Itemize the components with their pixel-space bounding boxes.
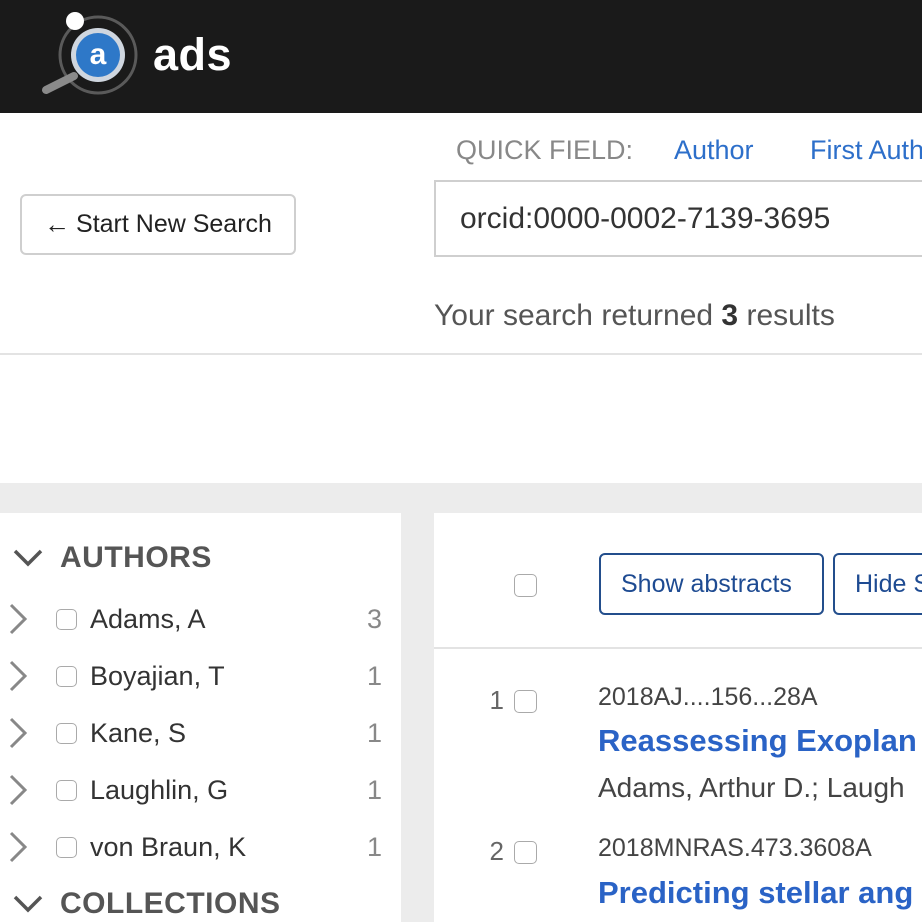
- facet-author-row[interactable]: Kane, S 1: [8, 713, 388, 753]
- facet-author-count: 1: [366, 774, 382, 805]
- facet-author-name[interactable]: Laughlin, G: [90, 775, 228, 806]
- facet-authors-heading: AUTHORS: [60, 541, 212, 574]
- facet-author-name[interactable]: Adams, A: [90, 604, 206, 635]
- show-abstracts-label: Show abstracts: [621, 569, 792, 598]
- chevron-right-icon[interactable]: [8, 659, 28, 693]
- quick-field-label: QUICK FIELD:: [456, 135, 634, 165]
- facet-author-name[interactable]: Boyajian, T: [90, 661, 225, 692]
- chevron-right-icon[interactable]: [8, 716, 28, 750]
- chevron-right-icon[interactable]: [8, 773, 28, 807]
- results-prefix: Your search returned: [434, 299, 714, 332]
- ads-logo[interactable]: a: [40, 10, 140, 100]
- facet-author-checkbox[interactable]: [56, 836, 77, 858]
- facet-author-count: 1: [366, 717, 382, 748]
- svg-text:a: a: [90, 38, 107, 71]
- results-toolbar: Show abstracts Hide S: [434, 513, 922, 649]
- result-checkbox[interactable]: [514, 690, 537, 713]
- result-index: 1: [489, 685, 504, 715]
- search-input[interactable]: orcid:0000-0002-7139-3695: [434, 180, 922, 257]
- result-checkbox[interactable]: [514, 841, 537, 864]
- results-summary: Your search returned 3 results: [434, 299, 835, 333]
- hide-label: Hide S: [855, 569, 922, 598]
- chevron-down-icon: [13, 895, 43, 913]
- search-area: ← Start New Search QUICK FIELD: Author F…: [0, 113, 922, 355]
- facet-authors-toggle[interactable]: AUTHORS: [12, 541, 212, 575]
- result-title-link[interactable]: Reassessing Exoplan: [598, 723, 917, 759]
- top-navbar: a ads: [0, 0, 922, 113]
- chevron-down-icon: [13, 549, 43, 567]
- magnifier-logo-icon: a: [42, 12, 138, 95]
- select-all-checkbox[interactable]: [514, 574, 537, 597]
- facet-author-checkbox[interactable]: [56, 779, 77, 801]
- facet-author-row[interactable]: Boyajian, T 1: [8, 656, 388, 696]
- facet-author-checkbox[interactable]: [56, 722, 77, 744]
- facet-author-count: 1: [366, 831, 382, 862]
- facet-author-row[interactable]: Adams, A 3: [8, 599, 388, 639]
- results-suffix: results: [746, 299, 835, 332]
- facet-author-count: 3: [366, 603, 382, 634]
- start-new-search-button[interactable]: ← Start New Search: [20, 194, 296, 255]
- chevron-right-icon[interactable]: [8, 830, 28, 864]
- facet-author-name[interactable]: Kane, S: [90, 718, 186, 749]
- show-abstracts-button[interactable]: Show abstracts: [599, 553, 824, 615]
- facet-author-checkbox[interactable]: [56, 608, 77, 630]
- result-title-link[interactable]: Predicting stellar ang: [598, 875, 913, 911]
- facet-author-row[interactable]: Laughlin, G 1: [8, 770, 388, 810]
- result-bibcode: 2018MNRAS.473.3608A: [598, 834, 872, 862]
- facet-author-name[interactable]: von Braun, K: [90, 832, 246, 863]
- result-authors: Adams, Arthur D.; Laugh: [598, 772, 905, 803]
- facet-sidebar: AUTHORS Adams, A 3 Boyajian, T 1 Kane, S…: [0, 513, 401, 922]
- hide-button[interactable]: Hide S: [833, 553, 922, 615]
- quick-field-author[interactable]: Author: [674, 135, 754, 166]
- search-query-text: orcid:0000-0002-7139-3695: [460, 201, 831, 235]
- facet-author-row[interactable]: von Braun, K 1: [8, 827, 388, 867]
- facet-author-count: 1: [366, 660, 382, 691]
- chevron-right-icon[interactable]: [8, 602, 28, 636]
- arrow-left-icon: ←: [44, 209, 71, 239]
- facet-author-checkbox[interactable]: [56, 665, 77, 687]
- result-index: 2: [489, 836, 504, 866]
- result-bibcode: 2018AJ....156...28A: [598, 683, 818, 711]
- start-new-search-label: Start New Search: [76, 210, 272, 238]
- facet-collections-toggle[interactable]: COLLECTIONS: [12, 887, 281, 921]
- facet-collections-heading: COLLECTIONS: [60, 887, 281, 920]
- results-count: 3: [721, 299, 739, 332]
- results-panel: Show abstracts Hide S 1 2018AJ....156...…: [434, 513, 922, 922]
- quick-field-first-author[interactable]: First Auth: [810, 135, 922, 166]
- logo-text: ads: [153, 29, 233, 80]
